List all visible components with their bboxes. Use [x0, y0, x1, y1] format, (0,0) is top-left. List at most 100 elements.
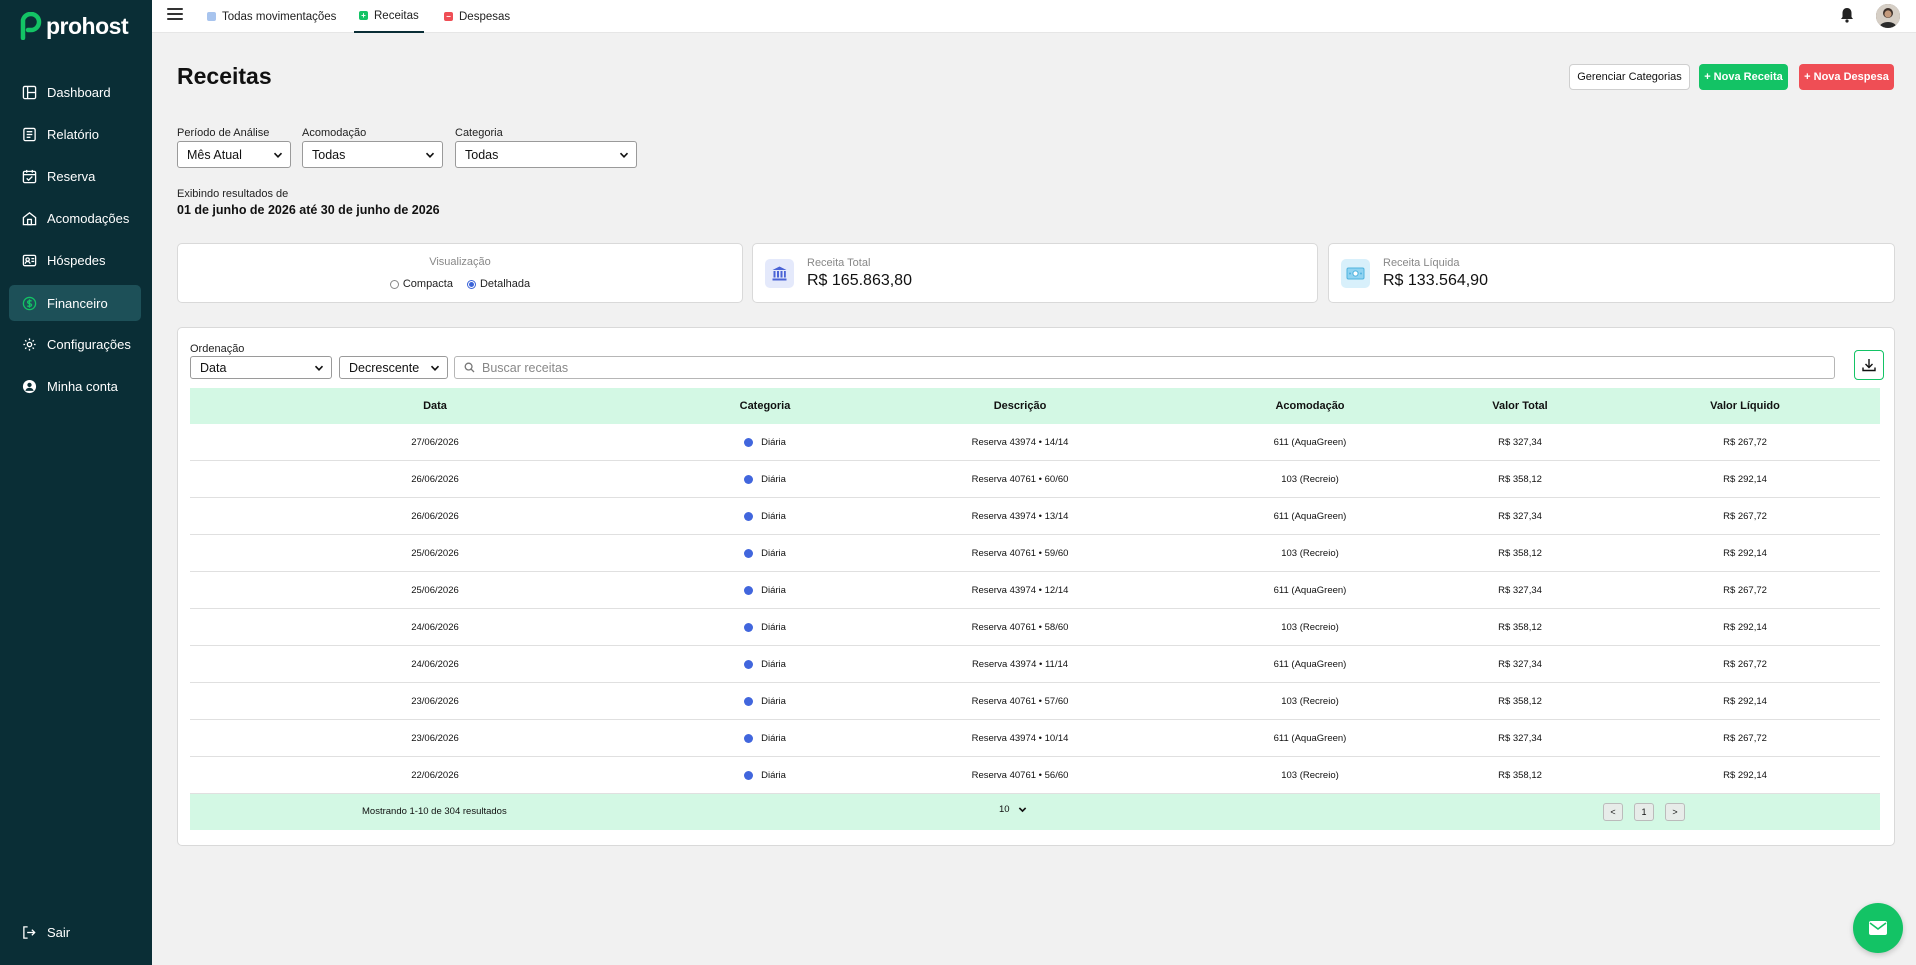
table-row[interactable]: 26/06/2026 Diária Reserva 43974 • 13/14 611… [190, 498, 1880, 535]
table-row[interactable]: 25/06/2026 Diária Reserva 43974 • 12/14 611… [190, 572, 1880, 609]
cell-date: 26/06/2026 [190, 498, 680, 534]
cell-accommodation: 611 (AquaGreen) [1190, 646, 1430, 682]
next-page-button[interactable]: > [1665, 803, 1685, 821]
cell-text: R$ 267,72 [1723, 658, 1767, 670]
cell-accommodation: 611 (AquaGreen) [1190, 720, 1430, 756]
sort-label: Ordenação [190, 343, 245, 355]
table-row[interactable]: 24/06/2026 Diária Reserva 40761 • 58/60 103… [190, 609, 1880, 646]
radio-detailed[interactable]: Detalhada [466, 278, 530, 290]
category-dot-icon [744, 622, 754, 632]
cell-category: Diária [680, 609, 850, 645]
tab-receitas[interactable]: + Receitas [354, 0, 424, 33]
cell-text: 23/06/2026 [411, 695, 459, 707]
cell-text: 103 (Recreio) [1281, 473, 1339, 485]
house-icon [22, 211, 37, 225]
page-number-button[interactable]: 1 [1634, 803, 1654, 821]
category-dot-icon [744, 474, 754, 484]
dollar-icon [22, 296, 37, 310]
cell-category: Diária [680, 461, 850, 497]
cell-category: Diária [680, 646, 850, 682]
cell-text: 611 (AquaGreen) [1273, 510, 1347, 522]
cell-text: Reserva 43974 • 13/14 [971, 510, 1069, 522]
cell-accommodation: 103 (Recreio) [1190, 757, 1430, 793]
tab-todas-movimentacoes[interactable]: Todas movimentações [207, 0, 336, 33]
cell-net: R$ 292,14 [1610, 461, 1880, 497]
cell-description: Reserva 43974 • 11/14 [850, 646, 1190, 682]
table-row[interactable]: 24/06/2026 Diária Reserva 43974 • 11/14 611… [190, 646, 1880, 683]
gear-icon [23, 337, 36, 351]
sort-field-select[interactable]: Data [190, 356, 332, 379]
period-select[interactable]: Mês Atual [177, 141, 291, 168]
category-dot-icon [744, 696, 754, 706]
cell-total: R$ 358,12 [1430, 461, 1610, 497]
search-input[interactable]: Buscar receitas [454, 356, 1835, 379]
sidebar-item-label: Hóspedes [47, 252, 106, 268]
column-header[interactable]: Categoria [680, 388, 850, 424]
sidebar-item-acomodacoes[interactable]: Acomodações [9, 200, 141, 236]
cell-text: Diária [761, 621, 786, 633]
contact-fab-button[interactable] [1853, 903, 1903, 953]
table-row[interactable]: 27/06/2026 Diária Reserva 43974 • 14/14 611… [190, 424, 1880, 461]
cell-text: Reserva 40761 • 60/60 [971, 473, 1069, 485]
cell-text: 611 (AquaGreen) [1273, 658, 1347, 670]
cell-text: R$ 327,34 [1498, 436, 1542, 448]
new-expense-button[interactable]: + Nova Despesa [1799, 64, 1894, 90]
manage-categories-button[interactable]: Gerenciar Categorias [1569, 64, 1690, 90]
cell-accommodation: 103 (Recreio) [1190, 683, 1430, 719]
chevron-down-icon [1018, 807, 1026, 813]
table-row[interactable]: 22/06/2026 Diária Reserva 40761 • 56/60 103… [190, 757, 1880, 794]
column-header[interactable]: Valor Líquido [1610, 388, 1880, 424]
visualization-title: Visualização [429, 256, 491, 268]
cell-category: Diária [680, 683, 850, 719]
cell-text: 26/06/2026 [411, 510, 459, 522]
cell-text: R$ 292,14 [1723, 695, 1767, 707]
table-row[interactable]: 25/06/2026 Diária Reserva 40761 • 59/60 103… [190, 535, 1880, 572]
radio-compact[interactable]: Compacta [389, 278, 453, 290]
menu-toggle-icon[interactable] [167, 8, 183, 22]
sidebar-item-label: Reserva [47, 168, 96, 184]
download-button[interactable] [1854, 350, 1884, 380]
chevron-down-icon [619, 152, 629, 158]
cell-text: R$ 292,14 [1723, 621, 1767, 633]
cell-text: Reserva 43974 • 14/14 [971, 436, 1069, 448]
cell-category: Diária [680, 535, 850, 571]
cell-description: Reserva 40761 • 56/60 [850, 757, 1190, 793]
tab-despesas[interactable]: − Despesas [444, 0, 510, 33]
period-value: Mês Atual [187, 147, 242, 162]
column-header[interactable]: Descrição [850, 388, 1190, 424]
cell-text: R$ 267,72 [1723, 436, 1767, 448]
table-footer: Mostrando 1-10 de 304 resultados 10 < 1 … [190, 794, 1880, 830]
cell-text: Diária [761, 473, 786, 485]
prev-page-button[interactable]: < [1603, 803, 1623, 821]
cell-text: Reserva 40761 • 57/60 [971, 695, 1069, 707]
bell-icon[interactable] [1838, 6, 1856, 24]
page-size-select[interactable]: 10 [999, 804, 1027, 815]
sort-order-select[interactable]: Decrescente [339, 356, 448, 379]
sidebar-item-minha-conta[interactable]: Minha conta [9, 368, 141, 404]
category-select[interactable]: Todas [455, 141, 637, 168]
sidebar-item-reserva[interactable]: Reserva [9, 158, 141, 194]
cell-description: Reserva 40761 • 59/60 [850, 535, 1190, 571]
cell-accommodation: 611 (AquaGreen) [1190, 424, 1430, 460]
column-header[interactable]: Valor Total [1430, 388, 1610, 424]
sidebar-item-dashboard[interactable]: Dashboard [9, 74, 141, 110]
table-row[interactable]: 26/06/2026 Diária Reserva 40761 • 60/60 103… [190, 461, 1880, 498]
column-header[interactable]: Acomodação [1190, 388, 1430, 424]
sidebar-item-configuracoes[interactable]: Configurações [9, 326, 141, 362]
cell-total: R$ 358,12 [1430, 683, 1610, 719]
column-header[interactable]: Data [190, 388, 680, 424]
category-dot-icon [744, 437, 754, 447]
results-count: Mostrando 1-10 de 304 resultados [362, 806, 507, 817]
table-row[interactable]: 23/06/2026 Diária Reserva 43974 • 10/14 611… [190, 720, 1880, 757]
table-row[interactable]: 23/06/2026 Diária Reserva 40761 • 57/60 103… [190, 683, 1880, 720]
logo[interactable]: prohost [20, 12, 129, 40]
logout-button[interactable]: Sair [9, 914, 141, 950]
accommodation-select[interactable]: Todas [302, 141, 443, 168]
sidebar-item-hospedes[interactable]: Hóspedes [9, 242, 141, 278]
avatar[interactable] [1876, 4, 1900, 28]
sidebar-item-financeiro[interactable]: Financeiro [9, 285, 141, 321]
new-income-button[interactable]: + Nova Receita [1699, 64, 1788, 90]
sidebar-item-relatorio[interactable]: Relatório [9, 116, 141, 152]
cell-text: R$ 327,34 [1498, 732, 1542, 744]
cell-text: Diária [761, 658, 786, 670]
